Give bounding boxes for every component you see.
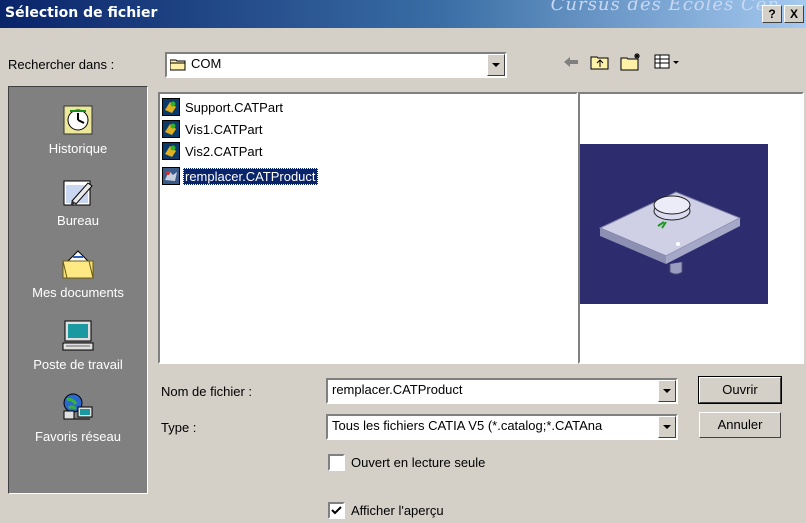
- open-button[interactable]: Ouvrir: [698, 376, 782, 404]
- place-label: Bureau: [57, 213, 99, 228]
- history-icon: [60, 103, 96, 137]
- watermark-text: Cursus des Ecoles Cen: [550, 0, 780, 15]
- place-label: Poste de travail: [33, 357, 123, 372]
- file-name: remplacer.CATProduct: [183, 167, 318, 185]
- lookin-dropdown[interactable]: COM: [165, 52, 507, 78]
- place-poste-de-travail[interactable]: Poste de travail: [9, 319, 147, 372]
- list-item[interactable]: Vis2.CATPart: [162, 141, 265, 161]
- chevron-down-icon[interactable]: [487, 54, 505, 76]
- show-preview-label: Afficher l'aperçu: [351, 503, 444, 518]
- file-list[interactable]: Support.CATPart Vis1.CATPart Vis2.CATPar…: [158, 92, 578, 364]
- filename-input[interactable]: remplacer.CATProduct: [326, 378, 678, 404]
- list-item-selected[interactable]: remplacer.CATProduct: [162, 166, 318, 186]
- place-bureau[interactable]: Bureau: [9, 175, 147, 228]
- checkmark-icon: [330, 504, 343, 520]
- window-title: Sélection de fichier: [5, 5, 158, 21]
- filetype-label: Type :: [161, 420, 197, 435]
- lookin-value: COM: [191, 56, 222, 71]
- show-preview-checkbox[interactable]: [328, 502, 345, 519]
- place-mes-documents[interactable]: Mes documents: [9, 247, 147, 300]
- network-places-icon: [60, 391, 96, 425]
- place-historique[interactable]: Historique: [9, 103, 147, 156]
- file-name: Vis2.CATPart: [185, 143, 263, 159]
- filename-value: remplacer.CATProduct: [332, 382, 463, 397]
- cancel-button[interactable]: Annuler: [699, 412, 781, 438]
- filetype-value: Tous les fichiers CATIA V5 (*.catalog;*.…: [332, 418, 603, 433]
- help-button[interactable]: ?: [762, 5, 782, 23]
- preview-panel: [578, 92, 804, 364]
- chevron-down-icon[interactable]: [658, 416, 676, 438]
- places-bar: Historique Bureau Mes documents Poste de…: [8, 86, 148, 494]
- list-item[interactable]: Vis1.CATPart: [162, 119, 265, 139]
- catpart-icon: [162, 120, 180, 138]
- close-button[interactable]: X: [784, 5, 804, 23]
- file-name: Vis1.CATPart: [185, 121, 263, 137]
- title-bar[interactable]: Cursus des Ecoles Cen Sélection de fichi…: [0, 0, 806, 28]
- preview-image: [580, 144, 768, 304]
- new-folder-icon[interactable]: [620, 53, 642, 74]
- back-arrow-icon[interactable]: [563, 55, 579, 72]
- filename-label: Nom de fichier :: [161, 384, 253, 399]
- readonly-label: Ouvert en lecture seule: [351, 455, 486, 470]
- place-favoris-reseau[interactable]: Favoris réseau: [9, 391, 147, 444]
- chevron-down-icon[interactable]: [658, 380, 676, 402]
- list-item[interactable]: Support.CATPart: [162, 97, 285, 117]
- folder-icon: [169, 58, 186, 71]
- filetype-dropdown[interactable]: Tous les fichiers CATIA V5 (*.catalog;*.…: [326, 414, 678, 440]
- desktop-icon: [60, 175, 96, 209]
- catpart-icon: [162, 142, 180, 160]
- my-documents-icon: [60, 247, 96, 281]
- lookin-label: Rechercher dans :: [8, 57, 115, 72]
- catpart-icon: [162, 98, 180, 116]
- place-label: Favoris réseau: [35, 429, 121, 444]
- catproduct-icon: [162, 167, 180, 185]
- readonly-checkbox[interactable]: [328, 454, 345, 471]
- place-label: Mes documents: [32, 285, 124, 300]
- place-label: Historique: [48, 141, 108, 156]
- up-folder-icon[interactable]: [590, 53, 610, 74]
- view-menu-icon[interactable]: [654, 54, 680, 73]
- file-name: Support.CATPart: [185, 99, 284, 115]
- my-computer-icon: [60, 319, 96, 353]
